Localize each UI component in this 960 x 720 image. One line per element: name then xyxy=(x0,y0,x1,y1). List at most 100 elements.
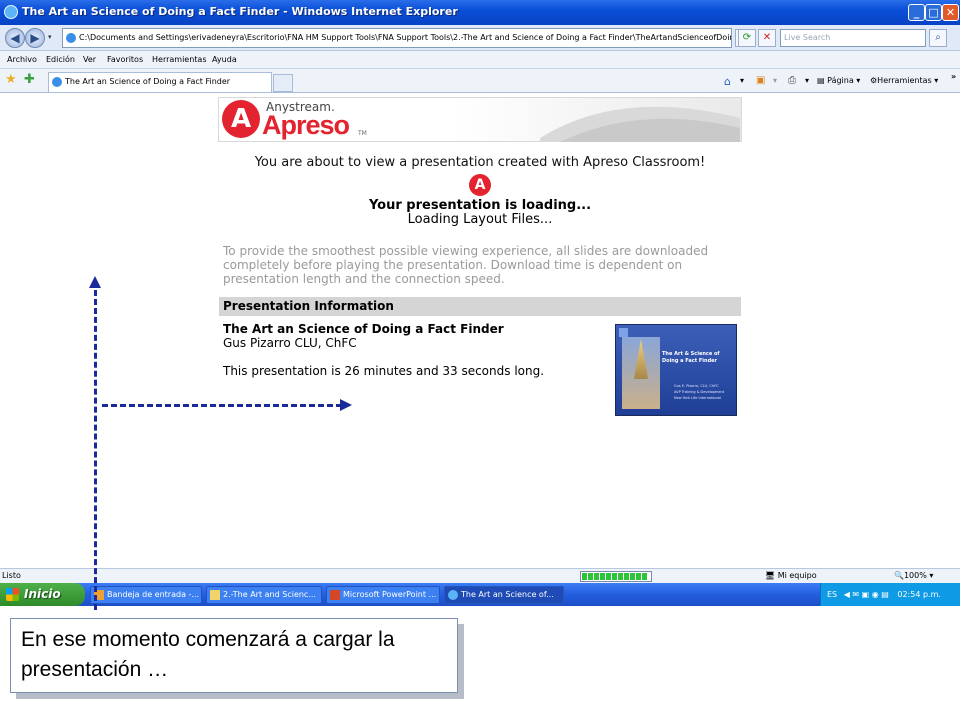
taskbar-button-folder[interactable]: 2.-The Art and Scienc... xyxy=(206,586,322,604)
menu-bar xyxy=(0,51,960,69)
new-tab-button[interactable] xyxy=(273,74,293,92)
presentation-length: This presentation is 26 minutes and 33 s… xyxy=(223,364,545,378)
presentation-title: The Art an Science of Doing a Fact Finde… xyxy=(223,322,504,336)
window-title: The Art an Science of Doing a Fact Finde… xyxy=(22,5,458,18)
banner-swoosh xyxy=(540,106,740,142)
search-icon[interactable]: ⌕ xyxy=(929,29,947,47)
annotation-arrow-up-icon xyxy=(89,276,101,288)
zoom-label: 100% xyxy=(903,571,927,580)
callout-box: En ese momento comenzará a cargar la pre… xyxy=(10,618,458,693)
taskbar-label: Bandeja de entrada -... xyxy=(107,590,200,599)
taskbar-label: The Art an Science of... xyxy=(461,590,554,599)
taskbar-button-powerpoint[interactable]: Microsoft PowerPoint ... xyxy=(326,586,440,604)
progress-block xyxy=(588,573,593,580)
start-label: Inicio xyxy=(24,587,61,601)
forward-button[interactable]: ▶ xyxy=(25,28,45,48)
system-tray: ES ◀ ✉ ▣ ◉ ▤ 02:54 p.m. xyxy=(820,583,960,606)
zone-indicator: 🖥 Mi equipo xyxy=(765,571,817,580)
about-text: You are about to view a presentation cre… xyxy=(254,155,706,170)
progress-block xyxy=(612,573,617,580)
clock: 02:54 p.m. xyxy=(897,590,941,599)
progress-block xyxy=(624,573,629,580)
thumbnail-title: The Art & Science of Doing a Fact Finder xyxy=(662,351,720,364)
zone-label: Mi equipo xyxy=(777,571,817,580)
search-input[interactable]: Live Search xyxy=(780,29,926,47)
address-url: C:\Documents and Settings\erivadeneyra\E… xyxy=(79,33,732,42)
menu-herramientas[interactable]: Herramientas xyxy=(152,55,207,64)
tab-current[interactable]: The Art an Science of Doing a Fact Finde… xyxy=(48,72,272,92)
ie-taskbar-icon xyxy=(448,590,458,600)
print-icon[interactable]: ⎙ xyxy=(788,75,796,86)
logo-apreso: Apreso xyxy=(262,110,350,140)
tab-page-icon xyxy=(52,77,62,87)
home-dropdown-icon[interactable]: ▾ xyxy=(740,76,744,85)
thumbnail-subtitle: Gus E. Pizarro, CLU, ChFC AVP Training &… xyxy=(674,383,736,401)
annotation-dashed-horizontal-line xyxy=(102,404,342,407)
tray-icons[interactable]: ◀ ✉ ▣ ◉ ▤ xyxy=(844,590,889,599)
close-button[interactable]: ✕ xyxy=(942,4,959,21)
thumbnail-subtitle-3: New York Life International xyxy=(674,396,721,400)
presentation-info-header: Presentation Information xyxy=(219,297,741,316)
presentation-thumbnail: The Art & Science of Doing a Fact Finder… xyxy=(615,324,737,416)
history-dropdown-icon[interactable]: ▾ xyxy=(48,33,52,41)
progress-block xyxy=(582,573,587,580)
feeds-icon[interactable]: ▣ xyxy=(756,75,765,86)
menu-ayuda[interactable]: Ayuda xyxy=(212,55,237,64)
powerpoint-icon xyxy=(330,590,340,600)
menu-archivo[interactable]: Archivo xyxy=(7,55,37,64)
progress-block xyxy=(636,573,641,580)
menu-favoritos[interactable]: Favoritos xyxy=(107,55,143,64)
menu-edicion[interactable]: Edición xyxy=(46,55,75,64)
presenter-name: Gus Pizarro CLU, ChFC xyxy=(223,336,357,350)
progress-block xyxy=(618,573,623,580)
smooth-viewing-text: To provide the smoothest possible viewin… xyxy=(223,244,709,286)
maximize-button[interactable]: □ xyxy=(925,4,942,21)
folder-icon xyxy=(210,590,220,600)
taskbar-button-inbox[interactable]: Bandeja de entrada -... xyxy=(90,586,202,604)
zoom-control[interactable]: 🔍100% ▾ xyxy=(894,571,933,580)
page-menu-label: Página xyxy=(827,76,854,85)
menu-ver[interactable]: Ver xyxy=(83,55,96,64)
address-input[interactable]: C:\Documents and Settings\erivadeneyra\E… xyxy=(62,28,732,48)
annotation-arrow-right-icon xyxy=(340,399,352,411)
page-icon xyxy=(66,33,76,43)
status-text: Listo xyxy=(2,571,21,580)
more-tools-icon[interactable]: » xyxy=(951,72,956,81)
favorites-star-icon[interactable]: ★ xyxy=(5,72,17,87)
loading-status: Loading Layout Files... xyxy=(407,212,553,227)
stop-button[interactable]: ✕ xyxy=(758,29,776,47)
home-icon[interactable]: ⌂ xyxy=(724,75,731,88)
progress-block xyxy=(600,573,605,580)
taskbar-button-ie[interactable]: The Art an Science of... xyxy=(444,586,564,604)
tools-menu[interactable]: ⚙Herramientas ▾ xyxy=(870,76,938,85)
annotation-dashed-vertical-line xyxy=(94,290,97,610)
windows-flag-icon xyxy=(6,588,19,601)
taskbar-label: Microsoft PowerPoint ... xyxy=(343,590,437,599)
progress-block xyxy=(606,573,611,580)
taskbar-label: 2.-The Art and Scienc... xyxy=(223,590,316,599)
add-favorites-icon[interactable]: ✚ xyxy=(24,72,35,87)
thumbnail-logo xyxy=(619,328,628,337)
title-bar-content: The Art an Science of Doing a Fact Finde… xyxy=(0,0,960,25)
loading-logo-icon: A xyxy=(469,174,491,196)
apreso-logo-mark: A xyxy=(222,100,260,138)
feeds-dropdown-icon[interactable]: ▾ xyxy=(773,76,777,85)
refresh-icon[interactable]: ⟳ xyxy=(738,29,756,47)
zoom-icon: 🔍 xyxy=(894,571,904,580)
progress-block xyxy=(630,573,635,580)
minimize-button[interactable]: _ xyxy=(908,4,925,21)
tools-menu-label: Herramientas xyxy=(877,76,932,85)
start-button[interactable]: Inicio xyxy=(0,583,85,606)
back-button[interactable]: ◀ xyxy=(5,28,25,48)
page-menu[interactable]: ▤ Página ▾ xyxy=(817,76,860,85)
progress-bar xyxy=(580,571,652,582)
progress-block xyxy=(594,573,599,580)
print-dropdown-icon[interactable]: ▾ xyxy=(805,76,809,85)
language-indicator[interactable]: ES xyxy=(827,590,837,599)
logo-tm: TM xyxy=(358,130,367,137)
computer-icon: 🖥 xyxy=(765,571,776,580)
loading-title: Your presentation is loading... xyxy=(368,198,592,213)
tab-label: The Art an Science of Doing a Fact Finde… xyxy=(65,77,231,86)
progress-block xyxy=(642,573,647,580)
ie-icon xyxy=(4,5,18,19)
